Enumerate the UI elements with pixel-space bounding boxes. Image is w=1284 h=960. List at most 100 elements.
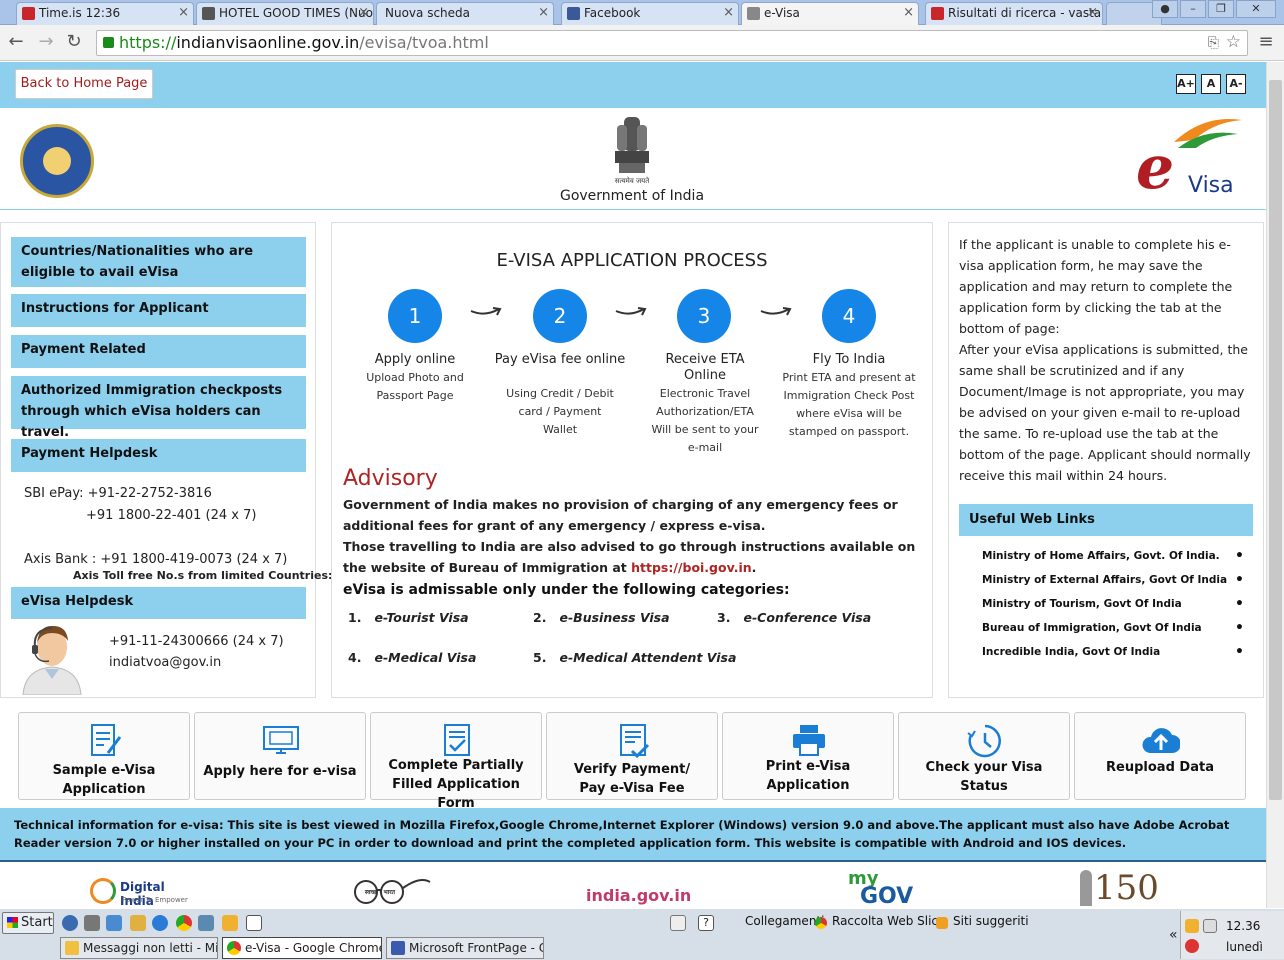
raccolta-web-slice-link[interactable]: Raccolta Web Slice xyxy=(832,914,945,928)
svg-text:e: e xyxy=(1136,133,1174,196)
document-check-icon xyxy=(444,724,470,756)
advisory-text-1: Government of India makes no provision o… xyxy=(343,497,898,533)
sidebar-item-instructions[interactable]: Instructions for Applicant xyxy=(11,294,306,329)
keyboard-icon[interactable] xyxy=(670,915,686,931)
internet-explorer-icon[interactable] xyxy=(152,915,168,931)
boi-link[interactable]: https://boi.gov.in xyxy=(631,560,752,575)
back-arrow-icon[interactable]: ← xyxy=(6,32,26,52)
tray-expand-icon[interactable]: « xyxy=(1169,927,1178,943)
help-icon[interactable]: ? xyxy=(698,915,714,931)
link-bureau-immigration[interactable]: Bureau of Immigration, Govt Of India xyxy=(982,620,1252,636)
print-evisa-button[interactable]: Print e-Visa Application xyxy=(722,712,894,800)
helpdesk-email[interactable]: indiatvoa@gov.in xyxy=(109,655,221,670)
link-tourism[interactable]: Ministry of Tourism, Govt Of India xyxy=(982,596,1252,612)
back-to-home-button[interactable]: Back to Home Page xyxy=(15,69,153,99)
tab-hotel-good-times[interactable]: HOTEL GOOD TIMES (Nuo × xyxy=(196,2,374,25)
swachh-bharat-logo[interactable]: स्वच्छ · भारत xyxy=(340,876,432,908)
link-home-affairs[interactable]: Ministry of Home Affairs, Govt. Of India… xyxy=(982,548,1252,564)
link-incredible-india[interactable]: Incredible India, Govt Of India xyxy=(982,644,1252,660)
folder-icon[interactable] xyxy=(130,915,146,931)
sidebar-item-payment-related[interactable]: Payment Related xyxy=(11,335,306,370)
outlook-icon xyxy=(65,941,79,955)
minimize-window-icon[interactable]: – xyxy=(1180,0,1206,18)
links-toolbar-label[interactable]: Collegamenti xyxy=(745,914,824,928)
windows-taskbar: Start ? Collegamenti Raccolta Web Slice … xyxy=(0,908,1284,960)
close-tab-icon[interactable]: × xyxy=(723,3,734,23)
window-icon[interactable] xyxy=(246,915,262,931)
check-visa-status-button[interactable]: Check your Visa Status xyxy=(898,712,1070,800)
address-bar[interactable]: https://indianvisaonline.gov.in/evisa/tv… xyxy=(96,30,1248,56)
sidebar-item-eligible-countries[interactable]: Countries/Nationalities who are eligible… xyxy=(11,237,306,289)
printer-icon xyxy=(793,725,825,756)
tab-risultati-ricerca[interactable]: Risultati di ricerca - vastan × xyxy=(925,2,1103,25)
translate-icon[interactable]: ⎘ xyxy=(1208,31,1219,55)
advisory-text-2: Those travelling to India are also advis… xyxy=(343,539,916,575)
time-is-favicon-icon xyxy=(22,7,35,20)
close-tab-icon[interactable]: × xyxy=(903,3,914,23)
font-increase-button[interactable]: A+ xyxy=(1176,74,1196,94)
taskbar-outlook-window[interactable]: Messaggi non letti - Micr... xyxy=(60,937,218,959)
font-decrease-button[interactable]: A- xyxy=(1226,74,1246,94)
complete-partial-application-button[interactable]: Complete Partially Filled Application Fo… xyxy=(370,712,542,811)
tools-icon[interactable] xyxy=(84,915,100,931)
national-emblem-icon: सत्यमेव जयते xyxy=(615,117,650,185)
scrollbar-thumb[interactable] xyxy=(1269,80,1282,800)
tab-e-visa[interactable]: e-Visa × xyxy=(741,2,919,26)
gandhi-150-logo[interactable]: 150 xyxy=(1080,868,1180,908)
reload-icon[interactable]: ↻ xyxy=(64,32,84,52)
link-external-affairs[interactable]: Ministry of External Affairs, Govt Of In… xyxy=(982,572,1252,588)
digital-india-logo[interactable]: Digital India Power To Empower xyxy=(90,876,190,908)
close-tab-icon[interactable]: × xyxy=(358,3,369,23)
tray-antivirus-icon[interactable] xyxy=(1185,939,1199,953)
tray-app-icon[interactable] xyxy=(1185,919,1199,933)
useful-links-header: Useful Web Links xyxy=(959,504,1253,536)
clock-status-icon xyxy=(967,724,1001,758)
sidebar-item-payment-helpdesk[interactable]: Payment Helpdesk xyxy=(11,439,306,474)
verify-payment-button[interactable]: Verify Payment/ Pay e-Visa Fee xyxy=(546,712,718,800)
outlook-icon[interactable] xyxy=(106,915,122,931)
start-button[interactable]: Start xyxy=(2,912,54,934)
sample-evisa-application-button[interactable]: Sample e-Visa Application xyxy=(18,712,190,800)
technical-information-banner: Technical information for e-visa: This s… xyxy=(0,808,1266,862)
tab-facebook[interactable]: Facebook × xyxy=(561,2,739,25)
close-tab-icon[interactable]: × xyxy=(538,3,549,23)
close-tab-icon[interactable]: × xyxy=(1087,3,1098,23)
restore-window-icon[interactable]: ❐ xyxy=(1208,0,1234,18)
step-3-title: Receive ETA Online xyxy=(665,352,745,383)
india-gov-in-logo[interactable]: india.gov.in xyxy=(586,886,691,908)
reupload-data-button[interactable]: Reupload Data xyxy=(1074,712,1246,800)
categories-title: eVisa is admissable only under the follo… xyxy=(343,582,790,598)
tab-time-is[interactable]: Time.is 12:36 × xyxy=(16,2,194,25)
step-4-circle: 4 xyxy=(822,289,876,343)
app-icon[interactable] xyxy=(222,915,238,931)
taskbar-chrome-window[interactable]: e-Visa - Google Chrome xyxy=(222,937,382,959)
mygov-logo[interactable]: my GOV xyxy=(848,868,918,908)
apply-evisa-button[interactable]: Apply here for e-visa xyxy=(194,712,366,800)
bing-icon xyxy=(936,917,948,929)
close-window-icon[interactable]: ✕ xyxy=(1236,0,1276,18)
tray-network-icon[interactable] xyxy=(1203,919,1217,933)
taskbar-frontpage-window[interactable]: Microsoft FrontPage - C:... xyxy=(386,937,544,959)
page-scrollbar[interactable] xyxy=(1266,62,1284,908)
menu-icon[interactable]: ≡ xyxy=(1256,32,1276,52)
top-band: Back to Home Page A+ A A- xyxy=(0,62,1266,108)
taskbar-clock[interactable]: 12.36 xyxy=(1226,919,1260,933)
chrome-icon[interactable] xyxy=(176,915,192,931)
font-normal-button[interactable]: A xyxy=(1201,74,1221,94)
siti-suggeriti-link[interactable]: Siti suggeriti xyxy=(953,914,1029,928)
step-arrow-icon xyxy=(760,307,792,316)
bookmark-star-icon[interactable]: ☆ xyxy=(1226,30,1241,54)
close-tab-icon[interactable]: × xyxy=(178,3,189,23)
cloud-upload-icon xyxy=(1142,728,1180,753)
media-player-icon[interactable] xyxy=(62,915,78,931)
forward-arrow-icon[interactable]: → xyxy=(36,32,56,52)
gandhi-silhouette-icon xyxy=(1080,870,1092,906)
digital-india-swirl-icon xyxy=(90,878,116,904)
site-header: सत्यमेव जयते Government of India e Visa xyxy=(0,108,1266,210)
app-icon[interactable] xyxy=(198,915,214,931)
tripadvisor-favicon-icon xyxy=(202,7,215,20)
tab-nuova-scheda[interactable]: Nuova scheda × xyxy=(376,2,554,25)
profile-icon[interactable]: ● xyxy=(1152,0,1178,18)
sidebar-item-immigration-checkposts[interactable]: Authorized Immigration checkposts throug… xyxy=(11,376,306,440)
verify-document-icon xyxy=(620,724,650,759)
